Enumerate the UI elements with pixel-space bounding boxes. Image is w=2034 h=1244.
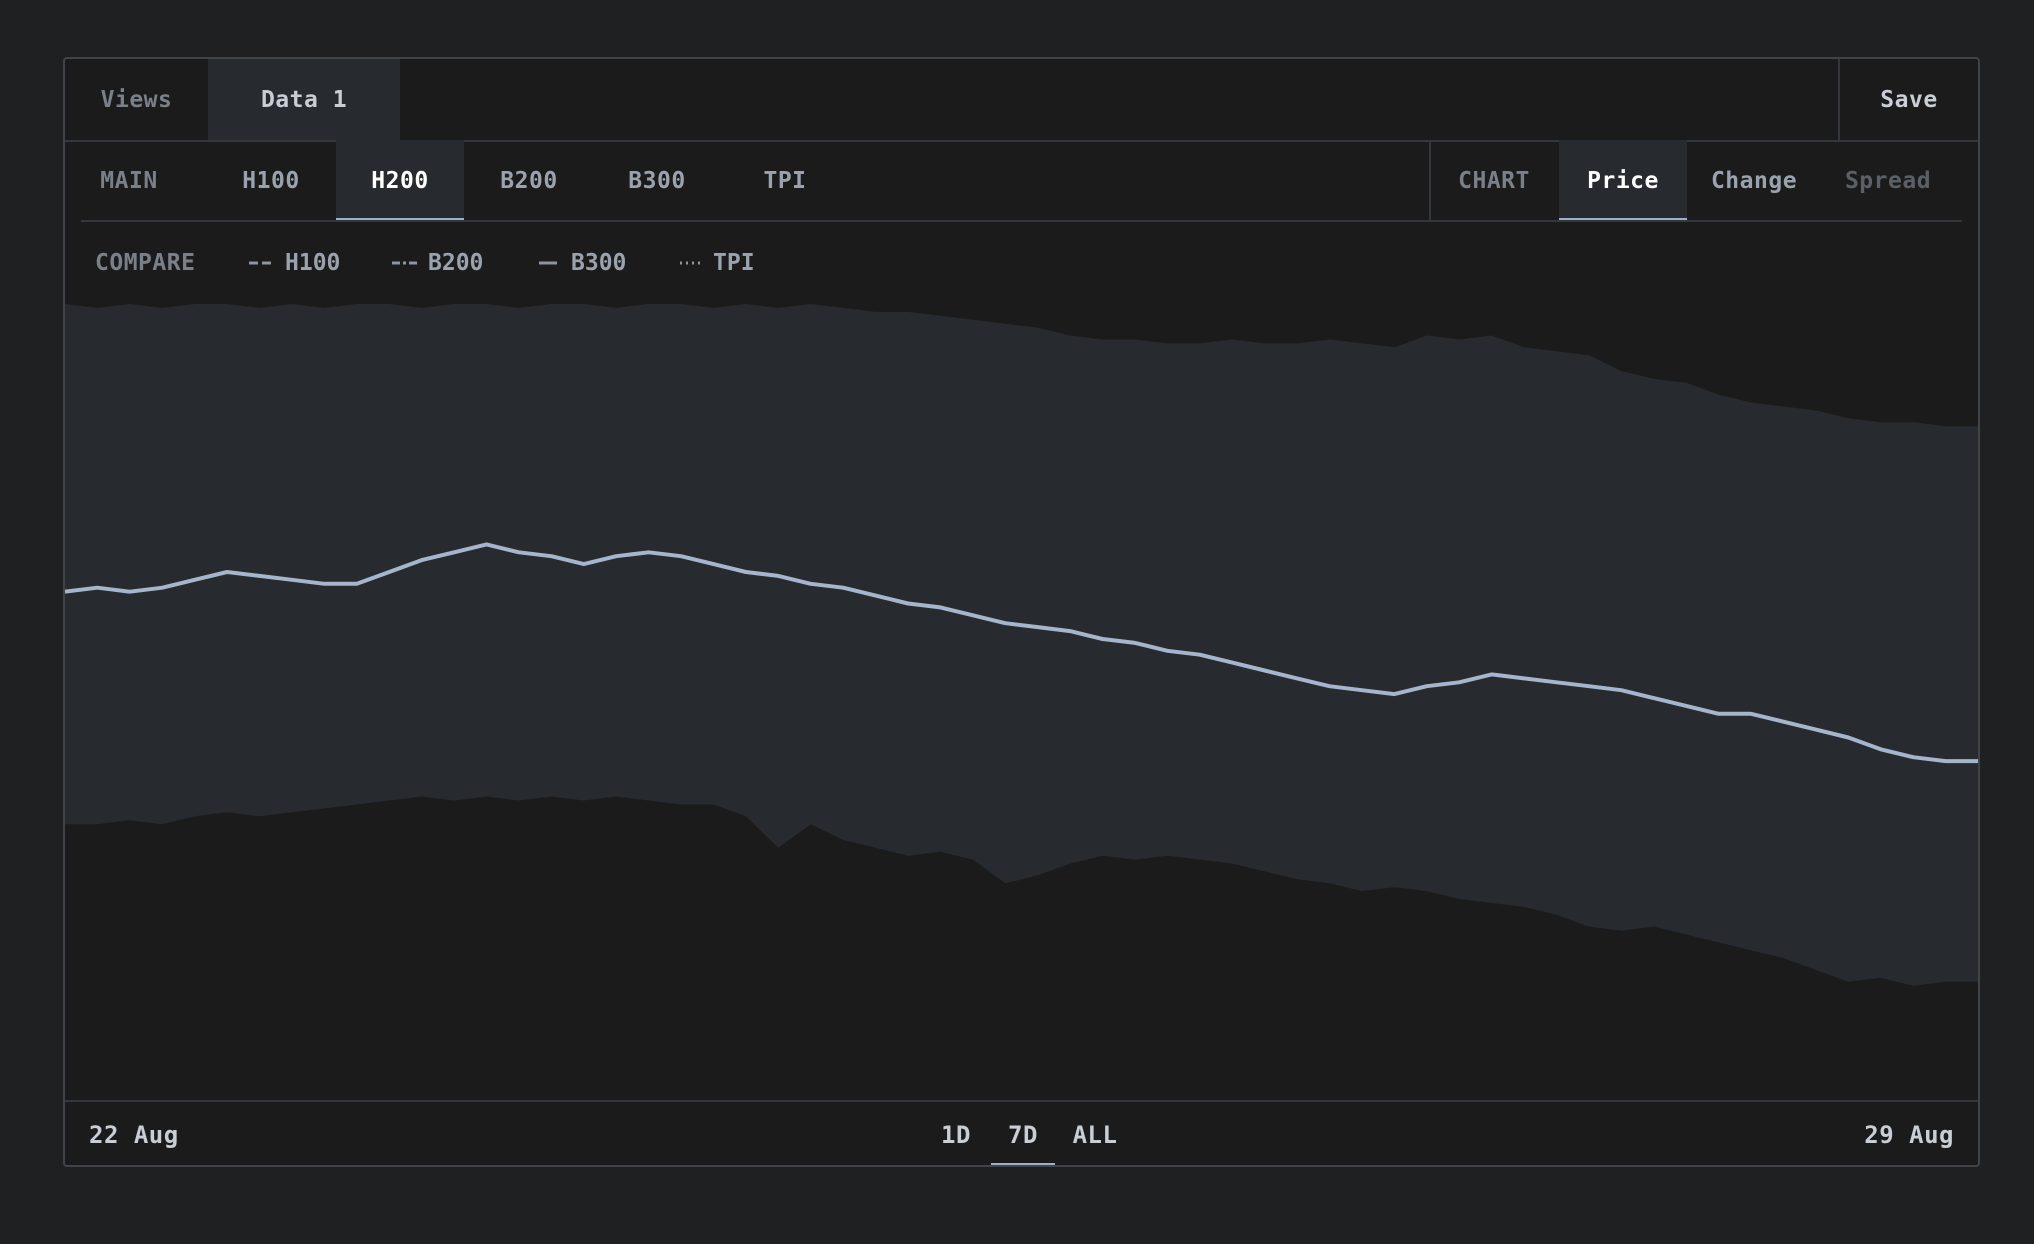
range-1d[interactable]: 1D [916,1102,996,1165]
range-all[interactable]: ALL [1055,1102,1135,1165]
chart-mode-spread[interactable]: Spread [1821,140,1955,222]
series-tab-b200[interactable]: B200 [465,140,593,222]
solid-line-icon [539,261,557,265]
chart-panel: Views Data 1 Save MAIN H100 H200 B200 B3… [63,57,1980,1167]
compare-item-label: B300 [571,250,627,276]
compare-bar: COMPARE H100 B200 B300 TPI [65,222,1978,306]
series-group-label: MAIN [100,168,158,194]
series-tab-bar: MAIN H100 H200 B200 B300 TPI CHART Price… [65,140,1978,222]
series-tab-h100[interactable]: H100 [207,140,335,222]
start-date-label: 22 Aug [89,1120,179,1149]
compare-label: COMPARE [95,250,196,276]
compare-item-tpi[interactable]: TPI [677,222,755,304]
compare-item-label: H100 [285,250,341,276]
chart-mode-price[interactable]: Price [1559,140,1687,222]
price-chart[interactable] [65,304,1978,1102]
compare-item-label: B200 [428,250,484,276]
tab-views[interactable]: Views [65,59,208,140]
series-tab-h200[interactable]: H200 [336,140,464,222]
chart-mode-change[interactable]: Change [1687,140,1821,222]
series-tab-b300[interactable]: B300 [593,140,721,222]
range-7d[interactable]: 7D [991,1102,1055,1165]
chart-group-label: CHART [1429,140,1557,222]
dash-dot-line-icon [392,261,418,265]
price-chart-svg [65,304,1978,1100]
compare-item-h100[interactable]: H100 [249,222,340,304]
end-date-label: 29 Aug [1864,1120,1954,1149]
dotted-line-icon [680,261,701,265]
series-tab-tpi[interactable]: TPI [721,140,849,222]
compare-item-b300[interactable]: B300 [535,222,626,304]
save-button[interactable]: Save [1838,59,1978,140]
compare-item-b200[interactable]: B200 [392,222,483,304]
dashed-line-icon [249,261,275,265]
chart-footer: 22 Aug 1D 7D ALL 29 Aug [65,1102,1978,1165]
compare-item-label: TPI [713,250,755,276]
top-tab-bar: Views Data 1 Save [65,59,1978,142]
tab-data-1[interactable]: Data 1 [208,59,400,140]
